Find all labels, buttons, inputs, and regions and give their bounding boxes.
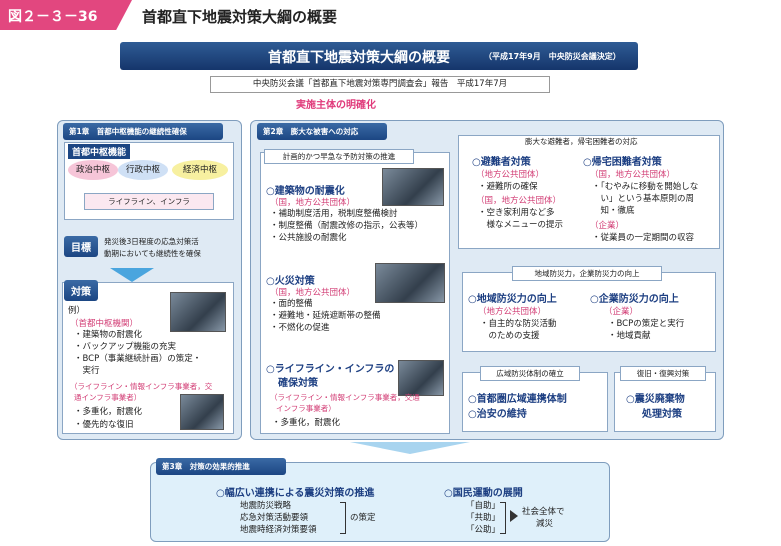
- ch1-item-1: ・バックアップ機能の充実: [74, 342, 177, 352]
- ret-item2-0: ・従業員の一定期間の収容: [592, 233, 695, 243]
- b3-title-2: 確保対策: [278, 378, 318, 389]
- evac-item-2: ・空き家利用など多: [478, 208, 555, 218]
- b1-item-0: ・補助制度活用，税制度整備検討: [270, 209, 398, 219]
- local-item-0: ・自主的な防災活動: [480, 319, 557, 329]
- oval-administration: 行政中枢: [118, 160, 168, 180]
- corp-title: ○企業防災力の向上: [590, 294, 679, 305]
- oval-politics: 政治中枢: [68, 160, 118, 180]
- ch3-right-title: ○国民運動の展開: [444, 488, 523, 499]
- recov-item-0: ○震災廃棄物: [626, 394, 685, 405]
- main-down-arrow: [350, 442, 470, 454]
- ret-org2: （企業）: [590, 221, 625, 231]
- ret-title: ○帰宅困難者対策: [583, 157, 662, 168]
- evac-title: ○避難者対策: [472, 157, 531, 168]
- ch1-item2-0: ・多重化，耐震化: [74, 407, 143, 417]
- wide-head: 広域防災体制の確立: [480, 366, 580, 381]
- subtitle: 実施主体の明確化: [296, 100, 376, 111]
- recov-item-1: 処理対策: [642, 409, 682, 420]
- ex-org2: （ライフライン・情報インフラ事業者，交: [70, 382, 213, 391]
- chapter1-head: 第1章 首都中枢機能の継続性確保: [63, 123, 223, 140]
- b3-org-1: （ライフライン・情報インフラ事業者，交通: [270, 393, 420, 402]
- ch3-left-item-2: 地震時経済対策要領: [240, 525, 317, 535]
- left-bracket: [340, 502, 346, 534]
- ch1-item-2: ・BCP（事業継続計画）の策定・: [74, 354, 202, 364]
- corp-item-1: ・地域貢献: [608, 331, 651, 341]
- result-arrow: [510, 510, 518, 522]
- evac-head: 膨大な避難者，帰宅困難者の対応: [525, 137, 638, 146]
- ch3-result-2: 減災: [536, 519, 554, 529]
- chapter3-head: 第3章 対策の効果的推進: [156, 458, 286, 475]
- measures-tag: 対策: [64, 280, 98, 301]
- wide-item-0: ○首都圏広域連携体制: [468, 394, 567, 405]
- ch3-right-item-0: 「自助」: [466, 501, 501, 511]
- goal-text-2: 動期においても継続性を確保: [104, 249, 201, 258]
- ch3-result-1: 社会全体で: [522, 507, 565, 517]
- b3-title-1: ○ライフライン・インフラの: [266, 364, 395, 375]
- banner-title: 首都直下地震対策大綱の概要: [268, 50, 450, 66]
- figure-number: 図２－３－36: [0, 0, 132, 30]
- ret-item-2: 知・徹底: [592, 206, 635, 216]
- figure-title: 首都直下地震対策大綱の概要: [142, 8, 338, 26]
- b1-item-2: ・公共施設の耐震化: [270, 233, 347, 243]
- b2-item-2: ・不燃化の促進: [270, 323, 330, 333]
- report-label: 中央防災会議「首都直下地震対策専門調査会」報告 平成17年7月: [210, 76, 550, 93]
- ch3-left-suffix: の策定: [350, 513, 376, 523]
- b2-item-0: ・面的整備: [270, 299, 313, 309]
- oval-economy: 経済中枢: [172, 160, 228, 180]
- ch1-item2-1: ・優先的な復旧: [74, 420, 134, 430]
- central-label: 首都中枢機能: [68, 144, 131, 159]
- ex-org2b: 通インフラ事業者）: [74, 393, 142, 402]
- chapter2-head: 第2章 膨大な被害への対応: [257, 123, 387, 140]
- goal-text-1: 発災後3日程度の応急対策活: [104, 237, 199, 246]
- infra-label: ライフライン、インフラ: [84, 193, 214, 210]
- evac-org: （地方公共団体）: [476, 170, 545, 180]
- ch3-left-item-1: 応急対策活動要領: [240, 513, 309, 523]
- b2-org: （国，地方公共団体）: [270, 288, 356, 298]
- goal-tag: 目標: [64, 236, 98, 257]
- right-bracket: [500, 502, 506, 534]
- local-org: （地方公共団体）: [478, 307, 547, 317]
- b3-org-2: インフラ事業者）: [276, 404, 336, 413]
- local-item-1: のための支援: [480, 331, 540, 341]
- wide-item-1: ○治安の維持: [468, 409, 527, 420]
- recov-head: 復旧・復興対策: [620, 366, 706, 381]
- ch1-item-0: ・建築物の耐震化: [74, 330, 143, 340]
- ret-org: （国，地方公共団体）: [590, 170, 676, 180]
- b1-item-1: ・制度整備（耐震改修の指示，公表等）: [270, 221, 424, 231]
- ch3-right-item-1: 「共助」: [466, 513, 501, 523]
- ch3-right-item-2: 「公助」: [466, 525, 501, 535]
- ret-item-1: い」という基本原則の周: [592, 194, 695, 204]
- power-photo: [398, 360, 444, 396]
- b2-item-1: ・避難地・延焼遮断帯の整備: [270, 311, 381, 321]
- planned-head: 計画的かつ早急な予防対策の推進: [264, 149, 414, 164]
- ret-item-0: ・「むやみに移動を開始しな: [592, 182, 699, 192]
- evac-item-3: 様なメニューの提示: [478, 220, 564, 230]
- ch3-left-item-0: 地震防災戦略: [240, 501, 292, 511]
- ch1-item-3: 実行: [74, 366, 100, 376]
- down-arrow: [110, 268, 154, 282]
- evac-item-1: （国，地方公共団体）: [476, 196, 562, 206]
- ex-label: 例）: [68, 306, 86, 316]
- local-title: ○地域防災力の向上: [468, 294, 557, 305]
- ex-org: （首都中枢機関）: [70, 319, 139, 329]
- ch3-left-title: ○幅広い連携による震災対策の推進: [216, 488, 375, 499]
- corp-org: （企業）: [604, 307, 639, 317]
- banner-note: （平成17年9月 中央防災会議決定）: [484, 52, 621, 61]
- b3-item-0: ・多重化，耐震化: [272, 418, 341, 428]
- evac-item-0: ・避難所の確保: [478, 182, 538, 192]
- b2-title: ○火災対策: [266, 276, 315, 287]
- building-photo: [382, 168, 444, 206]
- title-banner: 首都直下地震対策大綱の概要 （平成17年9月 中央防災会議決定）: [120, 42, 638, 70]
- corp-item-0: ・BCPの策定と実行: [608, 319, 685, 329]
- local-head: 地域防災力，企業防災力の向上: [512, 266, 662, 281]
- fire-photo: [375, 263, 445, 303]
- tower-photo: [180, 394, 224, 430]
- b1-org: （国，地方公共団体）: [270, 198, 356, 208]
- city-photo: [170, 292, 226, 332]
- b1-title: ○建築物の耐震化: [266, 186, 345, 197]
